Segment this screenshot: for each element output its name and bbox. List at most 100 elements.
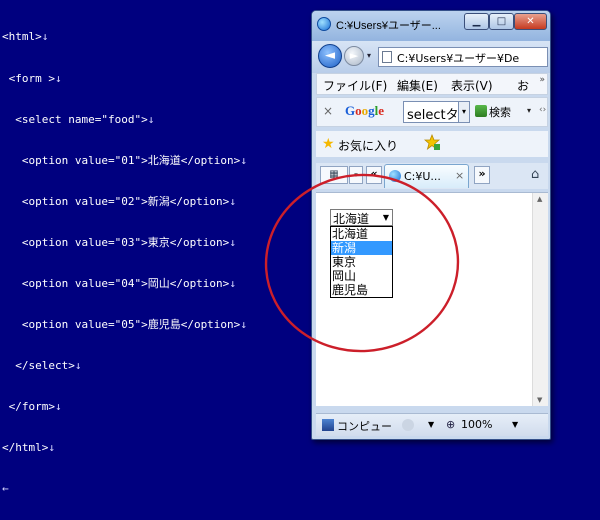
menu-bar: ファイル(F) 編集(E) 表示(V) お » [316,73,548,95]
source-text: <option value="05">鹿児島</option> [2,318,241,332]
title-bar[interactable]: C:¥Users¥ユーザー... ▁ □ ✕ [312,11,550,41]
source-line: <option value="02">新潟</option>↓ [2,195,247,209]
tab-scroll-left-button[interactable]: « [366,166,382,184]
source-text: </form> [2,400,55,414]
select-option[interactable]: 岡山 [331,269,392,283]
select-option[interactable]: 東京 [331,255,392,269]
source-line: </select>↓ [2,359,247,373]
zoom-icon[interactable]: ⊕ [446,418,455,431]
menu-view[interactable]: 表示(V) [451,77,493,94]
eof-mark: ← [2,482,9,496]
line-end-mark: ↓ [240,153,247,167]
tab-list-dropdown[interactable]: ▾ [349,166,363,184]
star-icon[interactable]: ★ [322,136,335,152]
favorites-bar: ★ お気に入り [316,131,548,157]
source-text: </select> [2,359,75,373]
page-content: 北海道 ▼ 北海道 新潟 東京 岡山 鹿児島 ▲ ▼ [316,192,548,406]
line-end-mark: ↓ [229,194,236,208]
home-icon[interactable]: ⌂ [531,167,545,182]
close-icon[interactable]: × [323,104,333,118]
line-end-mark: ↓ [229,276,236,290]
address-text: C:¥Users¥ユーザー¥De [397,52,520,65]
select-option[interactable]: 北海道 [331,227,392,241]
close-button[interactable]: ✕ [514,13,547,30]
tab-row: ▦ ▾ « C:¥U... × » ⌂ [316,163,548,189]
source-text: <option value="03">東京</option> [2,235,230,249]
navigation-bar: ◄ ► ▾ C:¥Users¥ユーザー¥De [312,41,550,73]
chevron-down-icon[interactable]: ▼ [428,420,434,429]
google-search-input[interactable]: selectタ [403,101,459,123]
maximize-button[interactable]: □ [489,13,514,30]
page-icon [382,51,392,63]
source-text: </html> [2,441,49,455]
scroll-down-icon[interactable]: ▼ [537,396,542,404]
menu-edit[interactable]: 編集(E) [397,77,438,94]
vertical-scrollbar[interactable]: ▲ ▼ [532,193,548,406]
quick-tabs-button[interactable]: ▦ [320,166,348,184]
source-line: <option value="05">鹿児島</option>↓ [2,318,247,332]
browser-window: C:¥Users¥ユーザー... ▁ □ ✕ ◄ ► ▾ C:¥Users¥ユー… [311,10,551,440]
source-line: </form>↓ [2,400,247,414]
back-button[interactable]: ◄ [318,44,342,68]
food-select[interactable]: 北海道 ▼ [330,209,393,226]
menu-favorites[interactable]: お [517,77,529,94]
line-end-mark: ↓ [48,441,55,455]
google-search-value: selectタ [407,108,459,123]
line-end-mark: ↓ [54,71,62,85]
html-source-editor: <html>↓ <form >↓ <select name="food">↓ <… [2,3,247,510]
status-bar: コンピュー ▼ ⊕ 100% ▼ [316,413,548,436]
chevron-down-icon[interactable]: ▼ [512,420,518,429]
source-text: <option value="02">新潟</option> [2,194,230,208]
source-line: <html>↓ [2,30,247,44]
line-end-mark: ↓ [240,318,247,332]
minimize-button[interactable]: ▁ [464,13,489,30]
forward-button[interactable]: ► [344,46,364,66]
tab-active[interactable]: C:¥U... × [384,164,469,188]
tab-label: C:¥U... [404,170,441,183]
source-text: <option value="01">北海道</option> [2,153,241,167]
source-line: <select name="food">↓ [2,113,247,127]
security-zone-label[interactable]: コンピュー [337,418,392,434]
address-bar[interactable]: C:¥Users¥ユーザー¥De [378,47,548,67]
chevron-down-icon[interactable]: ▾ [527,106,531,115]
line-end-mark: ↓ [147,112,155,126]
zoom-level[interactable]: 100% [461,418,492,431]
computer-zone-icon [322,419,334,431]
scroll-up-icon[interactable]: ▲ [537,195,542,203]
google-toolbar: × Google selectタ ▾ 検索 ▾ ‹› [316,97,548,127]
tab-scroll-right-button[interactable]: » [474,166,490,184]
line-end-mark: ↓ [54,400,62,414]
ie-page-icon [389,170,401,182]
source-text: <html> [2,30,42,44]
menu-overflow-icon[interactable]: » [539,75,545,85]
chevron-down-icon[interactable]: ▼ [383,213,389,222]
source-line: <option value="04">岡山</option>↓ [2,277,247,291]
line-end-mark: ↓ [41,30,49,44]
add-favorite-icon[interactable] [424,134,441,151]
google-logo[interactable]: Google [345,103,384,119]
source-text: <select name="food"> [2,112,148,126]
search-history-dropdown[interactable]: ▾ [458,101,470,123]
menu-file[interactable]: ファイル(F) [323,77,387,94]
protected-mode-icon[interactable] [402,419,414,431]
source-line: <form >↓ [2,72,247,86]
select-value: 北海道 [333,212,370,226]
source-text: <option value="04">岡山</option> [2,276,230,290]
source-line: <option value="03">東京</option>↓ [2,236,247,250]
search-icon[interactable] [475,105,487,117]
source-line: </html>↓ [2,441,247,455]
toolbar-overflow-icon[interactable]: ‹› [539,105,546,115]
select-option-highlighted[interactable]: 新潟 [331,241,392,255]
select-dropdown-list: 北海道 新潟 東京 岡山 鹿児島 [330,226,393,298]
window-title: C:¥Users¥ユーザー... [336,20,441,32]
source-line: <option value="01">北海道</option>↓ [2,154,247,168]
source-text: <form > [2,71,55,85]
ie-app-icon[interactable] [317,17,331,31]
tab-close-icon[interactable]: × [455,169,464,182]
google-search-button[interactable]: 検索 [489,104,511,120]
select-option[interactable]: 鹿児島 [331,283,392,297]
line-end-mark: ↓ [74,359,82,373]
recent-pages-dropdown-icon[interactable]: ▾ [367,51,371,60]
line-end-mark: ↓ [229,235,236,249]
favorites-button[interactable]: お気に入り [338,137,398,154]
